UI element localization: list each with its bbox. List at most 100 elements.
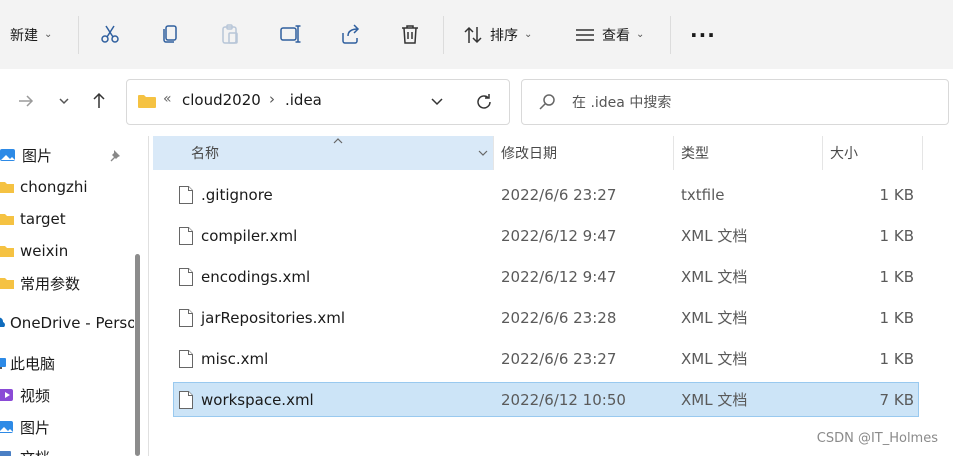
sort-button[interactable]: 排序 ⌄ [462, 0, 532, 69]
cut-icon[interactable] [96, 20, 124, 48]
sidebar-item-documents[interactable]: 文档 [0, 442, 50, 456]
sidebar-item-videos[interactable]: 视频 [0, 380, 50, 410]
file-size: 1 KB [879, 226, 914, 245]
sidebar-item-chongzhi[interactable]: chongzhi [0, 172, 88, 202]
file-date: 2022/6/12 10:50 [501, 390, 626, 409]
folder-icon [138, 95, 156, 108]
folder-icon [0, 278, 14, 289]
sidebar-item-weixin[interactable]: weixin [0, 236, 68, 266]
file-name: jarRepositories.xml [201, 308, 346, 327]
forward-button[interactable] [14, 89, 38, 113]
view-label: 查看 [602, 27, 630, 44]
file-row[interactable]: misc.xml 2022/6/6 23:27 XML 文档 1 KB [173, 341, 919, 376]
more-button[interactable]: ··· [690, 0, 716, 69]
pictures-icon [0, 421, 13, 433]
file-date: 2022/6/6 23:28 [501, 308, 617, 327]
file-icon [179, 267, 193, 286]
paste-icon[interactable] [216, 20, 244, 48]
file-icon [179, 226, 193, 245]
file-type: XML 文档 [681, 391, 748, 409]
sidebar-item-label: 图片 [22, 146, 53, 165]
column-divider[interactable] [493, 136, 494, 170]
computer-icon [0, 358, 6, 369]
folder-icon [0, 246, 14, 257]
more-icon: ··· [690, 22, 716, 47]
file-size: 1 KB [879, 308, 914, 327]
sidebar-item-common-params[interactable]: 常用参数 [0, 268, 80, 298]
file-name: encodings.xml [201, 267, 311, 286]
column-header-size[interactable]: 大小 [830, 136, 920, 170]
cloud-icon [0, 317, 5, 327]
documents-icon [0, 451, 11, 456]
sort-label: 排序 [490, 27, 518, 44]
file-name: workspace.xml [201, 390, 314, 409]
chevron-down-icon [59, 98, 69, 105]
sidebar-item-label: 此电脑 [10, 354, 56, 373]
breadcrumb-separator: › [269, 90, 275, 108]
sidebar-item-label: chongzhi [20, 178, 88, 196]
rename-icon[interactable] [276, 20, 304, 48]
file-date: 2022/6/12 9:47 [501, 226, 617, 245]
file-row[interactable]: .gitignore 2022/6/6 23:27 txtfile 1 KB [173, 177, 919, 212]
folder-icon [0, 182, 14, 193]
share-icon[interactable] [336, 20, 364, 48]
copy-icon[interactable] [156, 20, 184, 48]
file-row[interactable]: compiler.xml 2022/6/12 9:47 XML 文档 1 KB [173, 218, 919, 253]
videos-icon [0, 389, 13, 401]
file-type: XML 文档 [681, 309, 748, 327]
column-header-label: 类型 [681, 146, 709, 162]
view-button[interactable]: 查看 ⌄ [574, 0, 644, 69]
folder-icon [0, 214, 14, 225]
sidebar-item-target[interactable]: target [0, 204, 66, 234]
file-type: XML 文档 [681, 350, 748, 368]
chevron-down-icon: ⌄ [524, 29, 533, 40]
column-header-type[interactable]: 类型 [681, 136, 821, 170]
sidebar-item-label: OneDrive - Personal [10, 314, 134, 332]
chevron-down-icon: ⌄ [44, 29, 53, 40]
sidebar-item-label: 视频 [20, 386, 51, 405]
column-divider[interactable] [822, 136, 823, 170]
file-size: 1 KB [879, 185, 914, 204]
search-input[interactable]: 在 .idea 中搜索 [521, 79, 949, 125]
file-row[interactable]: encodings.xml 2022/6/12 9:47 XML 文档 1 KB [173, 259, 919, 294]
file-name: .gitignore [201, 185, 273, 204]
breadcrumb-item[interactable]: cloud2020 [182, 91, 261, 109]
file-icon [179, 308, 193, 327]
sidebar-item-pictures-2[interactable]: 图片 [0, 412, 50, 442]
chevron-down-icon[interactable] [477, 149, 489, 157]
column-headers: 名称 修改日期 类型 大小 [153, 136, 923, 170]
sidebar-item-onedrive[interactable]: OneDrive - Personal [0, 308, 134, 338]
file-date: 2022/6/12 9:47 [501, 267, 617, 286]
navigation-scrollbar[interactable] [135, 254, 140, 456]
chevron-down-icon[interactable] [429, 95, 445, 109]
recent-locations-button[interactable] [52, 89, 76, 113]
breadcrumb-overflow[interactable]: « [163, 91, 172, 107]
file-row[interactable]: jarRepositories.xml 2022/6/6 23:28 XML 文… [173, 300, 919, 335]
toolbar-divider [670, 16, 671, 54]
breadcrumb-item[interactable]: .idea [285, 91, 322, 109]
file-icon [179, 185, 193, 204]
file-row-selected[interactable]: workspace.xml 2022/6/12 10:50 XML 文档 7 K… [173, 382, 919, 417]
address-bar[interactable]: « cloud2020 › .idea [126, 79, 510, 125]
sidebar-item-pictures[interactable]: 图片 [0, 140, 120, 170]
file-date: 2022/6/6 23:27 [501, 349, 617, 368]
file-type: XML 文档 [681, 227, 748, 245]
file-type: XML 文档 [681, 268, 748, 286]
up-button[interactable] [87, 89, 111, 113]
sidebar-item-this-pc[interactable]: 此电脑 [0, 348, 55, 378]
chevron-down-icon: ⌄ [636, 29, 645, 40]
arrow-right-icon [19, 95, 34, 107]
column-header-name[interactable]: 名称 [153, 136, 493, 170]
refresh-icon[interactable] [474, 92, 494, 112]
new-button[interactable]: 新建 ⌄ [10, 0, 52, 69]
column-header-label: 名称 [191, 146, 219, 162]
pane-divider[interactable] [148, 136, 149, 456]
navigation-pane: 图片 chongzhi target weixin 常用参数 OneDrive … [0, 136, 134, 456]
column-divider[interactable] [922, 136, 923, 170]
delete-icon[interactable] [396, 20, 424, 48]
sidebar-item-label: 文档 [20, 447, 50, 456]
column-header-label: 修改日期 [501, 146, 557, 162]
command-bar: 新建 ⌄ 排序 ⌄ 查看 ⌄ ··· [0, 0, 953, 70]
column-header-date[interactable]: 修改日期 [501, 136, 671, 170]
column-divider[interactable] [673, 136, 674, 170]
